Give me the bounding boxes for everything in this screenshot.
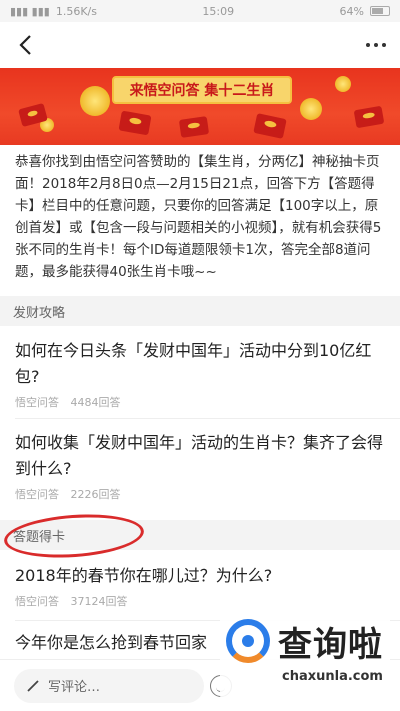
question-meta: 悟空问答 2226回答: [15, 486, 385, 502]
gold-coin-icon: [300, 98, 322, 120]
pencil-icon: [27, 679, 39, 692]
question-meta: 悟空问答 4484回答: [15, 394, 385, 410]
watermark: 查询啦 chaxunla.com: [220, 611, 390, 701]
back-arrow-icon[interactable]: [14, 34, 36, 56]
divider: [15, 418, 400, 419]
more-options-icon[interactable]: [366, 43, 386, 47]
banner-title: 来悟空问答 集十二生肖: [112, 76, 292, 104]
network-speed: 1.56K/s: [55, 4, 97, 18]
nav-bar: [0, 22, 400, 68]
question-title[interactable]: 如何在今日头条「发财中国年」活动中分到10亿红包?: [15, 338, 385, 390]
answer-count: 4484回答: [70, 396, 121, 409]
question-source: 悟空问答: [15, 396, 59, 409]
intro-text: 恭喜你找到由悟空问答赞助的【集生肖，分两亿】神秘抽卡页面！2018年2月8日0点…: [15, 154, 382, 280]
red-envelope-icon: [118, 110, 152, 136]
section-header-fortune-guide: 发财攻略: [0, 296, 400, 326]
list-item[interactable]: 如何在今日头条「发财中国年」活动中分到10亿红包? 悟空问答 4484回答: [0, 338, 400, 410]
red-envelope-icon: [253, 113, 287, 139]
status-bar: ▮▮▮ ▮▮▮ 1.56K/s 15:09 64%: [0, 0, 400, 22]
promo-banner[interactable]: 来悟空问答 集十二生肖: [0, 68, 400, 145]
section-header-answer-for-cards: 答题得卡: [0, 520, 400, 550]
list-item[interactable]: 如何收集「发财中国年」活动的生肖卡？集齐了会得到什么? 悟空问答 2226回答: [0, 430, 400, 502]
clock: 15:09: [202, 4, 235, 18]
list-item[interactable]: 2018年的春节你在哪儿过？为什么? 悟空问答 37124回答: [0, 563, 400, 609]
question-title[interactable]: 如何收集「发财中国年」活动的生肖卡？集齐了会得到什么?: [15, 430, 385, 482]
red-envelope-icon: [353, 105, 385, 129]
watermark-brand: 查询啦: [278, 625, 383, 665]
battery-icon: [369, 6, 390, 16]
comment-placeholder: 写评论…: [48, 680, 101, 695]
gold-coin-icon: [335, 76, 351, 92]
signal-icon: ▮▮▮ ▮▮▮: [10, 4, 50, 18]
answer-count: 37124回答: [70, 595, 128, 608]
red-envelope-icon: [178, 116, 210, 138]
question-title[interactable]: 2018年的春节你在哪儿过？为什么?: [15, 563, 385, 589]
battery-percent: 64%: [339, 4, 364, 18]
answer-count: 2226回答: [70, 488, 121, 501]
question-source: 悟空问答: [15, 488, 59, 501]
comment-input[interactable]: 写评论…: [14, 668, 204, 703]
question-source: 悟空问答: [15, 595, 59, 608]
question-meta: 悟空问答 37124回答: [15, 593, 385, 609]
watermark-url: chaxunla.com: [282, 669, 383, 684]
gold-coin-icon: [80, 86, 110, 116]
watermark-logo-icon: [226, 619, 270, 663]
